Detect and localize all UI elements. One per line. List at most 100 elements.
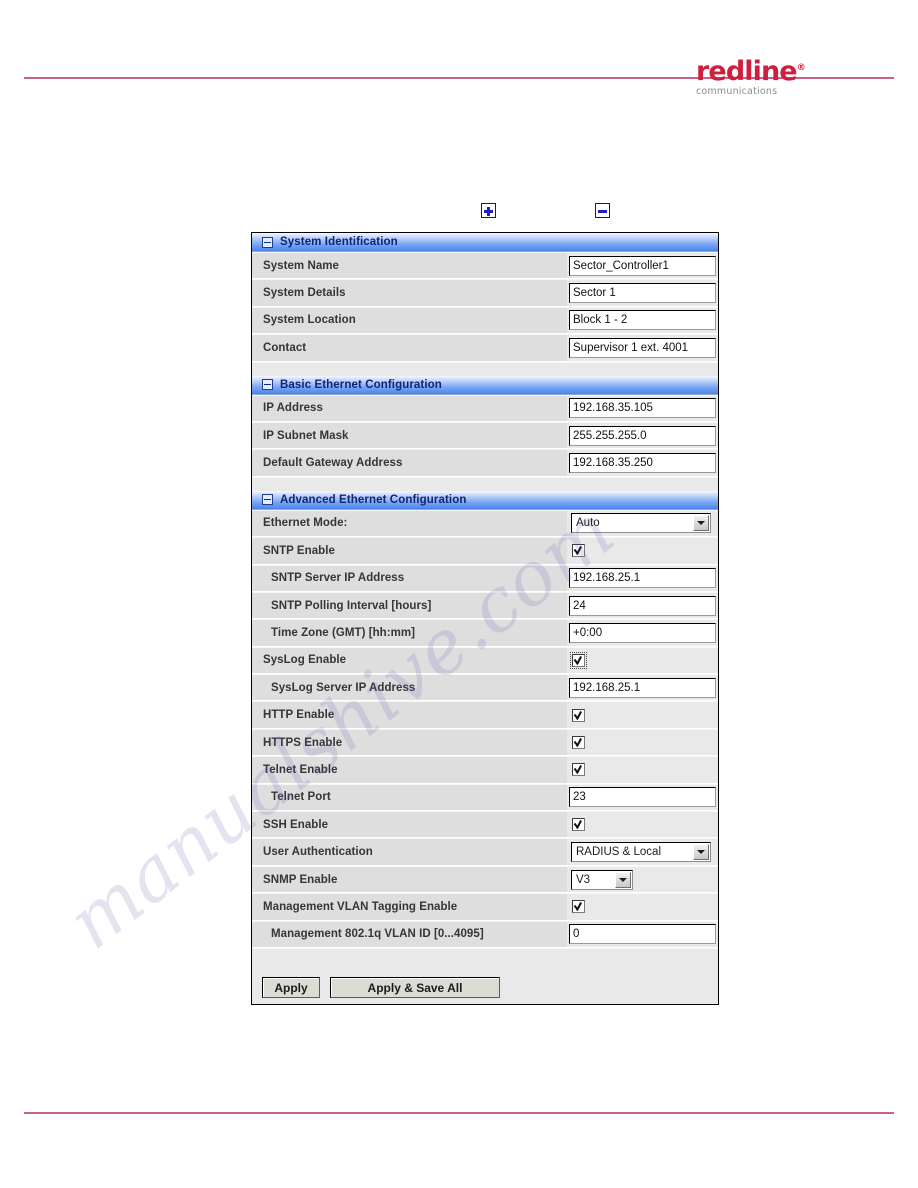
section-spacer xyxy=(252,476,718,491)
check-mark-icon xyxy=(575,764,583,772)
check-mark-icon xyxy=(575,655,583,663)
apply-and-save-all-button[interactable]: Apply & Save All xyxy=(330,977,500,999)
checkbox[interactable] xyxy=(572,736,585,750)
dropdown-selected-value: V3 xyxy=(576,873,591,886)
section-header-1[interactable]: Basic Ethernet Configuration xyxy=(252,375,718,395)
form-row: IP Subnet Mask 255.255.255.0 xyxy=(252,421,718,450)
text-input[interactable]: 192.168.35.105 xyxy=(569,398,716,419)
checkbox[interactable] xyxy=(572,818,585,832)
form-row: Contact Supervisor 1 ext. 4001 xyxy=(252,334,718,362)
form-row-control-cell: 192.168.35.250 xyxy=(567,449,718,476)
section-title: Advanced Ethernet Configuration xyxy=(280,493,467,506)
logo-tagline: communications xyxy=(696,86,778,97)
form-row-label: System Name xyxy=(252,252,567,279)
form-row: SNMP Enable V3 xyxy=(252,865,718,894)
text-input[interactable]: 192.168.25.1 xyxy=(569,677,716,698)
section-collapse-minus-icon[interactable] xyxy=(262,236,273,248)
text-input[interactable]: 192.168.25.1 xyxy=(569,568,716,589)
form-row: Management VLAN Tagging Enable xyxy=(252,893,718,921)
check-mark-icon xyxy=(575,710,583,718)
redline-logo: redline® communications xyxy=(696,55,826,97)
text-input[interactable]: 23 xyxy=(569,787,716,808)
checkbox[interactable] xyxy=(572,900,585,914)
form-row-control-cell: 23 xyxy=(567,783,718,811)
section-header-0[interactable]: System Identification xyxy=(252,233,718,252)
minus-bar xyxy=(264,384,271,386)
form-row-label: SNMP Enable xyxy=(252,865,567,893)
form-row-label: SNTP Server IP Address xyxy=(252,564,567,591)
form-row: System Name Sector_Controller1 xyxy=(252,252,718,280)
section-title: System Identification xyxy=(280,236,398,248)
text-input[interactable]: Sector_Controller1 xyxy=(569,255,716,276)
form-row: SysLog Enable xyxy=(252,646,718,675)
form-row: Telnet Enable xyxy=(252,756,718,784)
dropdown-select[interactable]: RADIUS & Local xyxy=(571,842,711,863)
form-row: System Location Block 1 - 2 xyxy=(252,306,718,335)
form-row-label: IP Address xyxy=(252,394,567,421)
caret-glyph xyxy=(697,521,705,526)
text-input[interactable]: 255.255.255.0 xyxy=(569,425,716,446)
form-row-label: Default Gateway Address xyxy=(252,449,567,476)
form-row-label: SysLog Enable xyxy=(252,646,567,674)
form-row: Default Gateway Address 192.168.35.250 xyxy=(252,449,718,477)
text-input[interactable]: Sector 1 xyxy=(569,283,716,304)
logo-wordmark: redline® xyxy=(696,56,806,87)
form-row: SysLog Server IP Address 192.168.25.1 xyxy=(252,674,718,702)
check-mark-icon xyxy=(575,901,583,909)
form-row-control-cell: +0:00 xyxy=(567,619,718,646)
plus-box-icon[interactable] xyxy=(481,203,496,218)
form-row: SNTP Enable xyxy=(252,537,718,565)
section-spacer xyxy=(252,947,718,966)
chevron-down-icon[interactable] xyxy=(693,844,709,861)
footer-divider-rule xyxy=(24,1112,894,1114)
dropdown-select[interactable]: V3 xyxy=(571,869,633,890)
form-row-control-cell: RADIUS & Local xyxy=(567,838,718,865)
form-row-control-cell xyxy=(567,811,718,838)
form-row-control-cell xyxy=(567,701,718,728)
dropdown-select[interactable]: Auto xyxy=(571,513,711,534)
chevron-down-icon[interactable] xyxy=(693,515,709,532)
section-header-2[interactable]: Advanced Ethernet Configuration xyxy=(252,490,718,510)
form-row-label: SysLog Server IP Address xyxy=(252,674,567,701)
form-row: Management 802.1q VLAN ID [0...4095] 0 xyxy=(252,920,718,948)
form-row-control-cell: Auto xyxy=(567,509,718,537)
form-row-control-cell: Supervisor 1 ext. 4001 xyxy=(567,334,718,361)
form-row: HTTP Enable xyxy=(252,701,718,729)
logo-trademark-symbol: ® xyxy=(796,63,806,73)
form-row-label: Contact xyxy=(252,334,567,361)
checkbox[interactable] xyxy=(572,544,585,558)
form-row-control-cell xyxy=(567,646,718,674)
apply-button[interactable]: Apply xyxy=(262,977,320,999)
form-row: SNTP Server IP Address 192.168.25.1 xyxy=(252,564,718,592)
form-row-control-cell: Sector_Controller1 xyxy=(567,252,718,279)
checkbox[interactable] xyxy=(572,708,585,722)
form-row: HTTPS Enable xyxy=(252,728,718,757)
form-row-label: Telnet Port xyxy=(252,783,567,811)
panel-button-bar: Apply Apply & Save All xyxy=(252,965,718,1004)
text-input[interactable]: 192.168.35.250 xyxy=(569,453,716,474)
minus-box-icon[interactable] xyxy=(595,203,610,218)
text-input[interactable]: +0:00 xyxy=(569,622,716,643)
form-row-label: System Location xyxy=(252,306,567,334)
minus-bar xyxy=(264,241,271,243)
text-input[interactable]: 24 xyxy=(569,595,716,616)
section-collapse-minus-icon[interactable] xyxy=(262,494,273,506)
checkbox[interactable] xyxy=(570,651,587,669)
form-row: User Authentication RADIUS & Local xyxy=(252,838,718,866)
caret-glyph xyxy=(697,850,705,855)
checkbox[interactable] xyxy=(572,763,585,777)
check-mark-icon xyxy=(575,737,583,745)
form-row-label: HTTP Enable xyxy=(252,701,567,728)
text-input[interactable]: Block 1 - 2 xyxy=(569,310,716,331)
section-title: Basic Ethernet Configuration xyxy=(280,378,442,391)
form-row-label: Telnet Enable xyxy=(252,756,567,783)
form-row: SNTP Polling Interval [hours] 24 xyxy=(252,591,718,620)
check-mark-icon xyxy=(575,819,583,827)
form-row-control-cell xyxy=(567,728,718,756)
form-row-control-cell xyxy=(567,756,718,783)
chevron-down-icon[interactable] xyxy=(615,871,631,888)
text-input[interactable]: 0 xyxy=(569,924,716,945)
section-collapse-minus-icon[interactable] xyxy=(262,379,273,391)
form-row-control-cell: 192.168.25.1 xyxy=(567,674,718,701)
text-input[interactable]: Supervisor 1 ext. 4001 xyxy=(569,337,716,358)
